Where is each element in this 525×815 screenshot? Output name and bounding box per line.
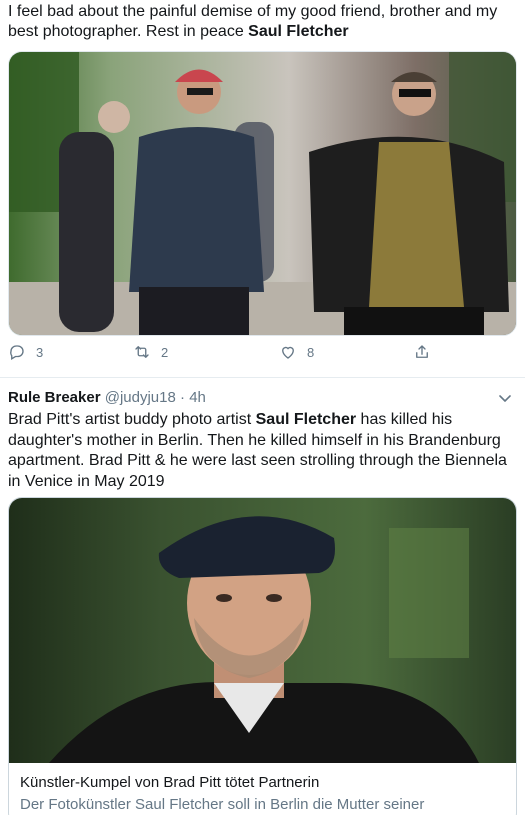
retweet-icon: [135, 346, 149, 358]
dot-separator: ·: [175, 389, 190, 406]
tweet-1-bold-name: Saul Fletcher: [248, 23, 349, 40]
tweet-timestamp[interactable]: 4h: [189, 389, 206, 406]
street-photo: [9, 52, 516, 335]
chevron-down-icon[interactable]: [497, 390, 513, 406]
share-icon: [416, 345, 428, 358]
tweet-2-header: Rule Breaker @judyju18 · 4h: [8, 388, 206, 408]
retweet-count: 2: [161, 344, 169, 360]
heart-icon: [282, 346, 294, 359]
tweet-1-actions: 3 2 8: [0, 343, 525, 369]
tweet-divider: [0, 377, 525, 378]
reply-button[interactable]: 3: [8, 343, 43, 361]
author-name[interactable]: Rule Breaker: [8, 389, 101, 406]
tweet-1-text: I feel bad about the painful demise of m…: [8, 2, 518, 42]
portrait-photo: [9, 498, 516, 763]
card-image: [9, 498, 516, 763]
tweet-2-text-part1: Brad Pitt's artist buddy photo artist: [8, 411, 256, 428]
link-card[interactable]: Künstler-Kumpel von Brad Pitt tötet Part…: [8, 497, 517, 815]
author-handle[interactable]: @judyju18: [105, 389, 176, 406]
share-button[interactable]: [413, 343, 431, 361]
like-count: 8: [307, 344, 315, 360]
tweet-2-text: Brad Pitt's artist buddy photo artist Sa…: [8, 410, 518, 492]
tweet-1-text-line2: best photographer. Rest in peace: [8, 23, 249, 40]
card-description: Der Fotokünstler Saul Fletcher soll in B…: [20, 796, 425, 813]
reply-icon: [10, 345, 24, 360]
tweet-1-text-line1: I feel bad about the painful demise of m…: [8, 3, 498, 20]
card-title: Künstler-Kumpel von Brad Pitt tötet Part…: [20, 774, 320, 791]
tweet-1: I feel bad about the painful demise of m…: [0, 0, 525, 378]
tweet-1-photo[interactable]: [8, 51, 517, 336]
reply-count: 3: [36, 344, 44, 360]
retweet-button[interactable]: 2: [133, 343, 168, 361]
like-button[interactable]: 8: [279, 343, 314, 361]
tweet-2-bold-name: Saul Fletcher: [255, 411, 357, 428]
